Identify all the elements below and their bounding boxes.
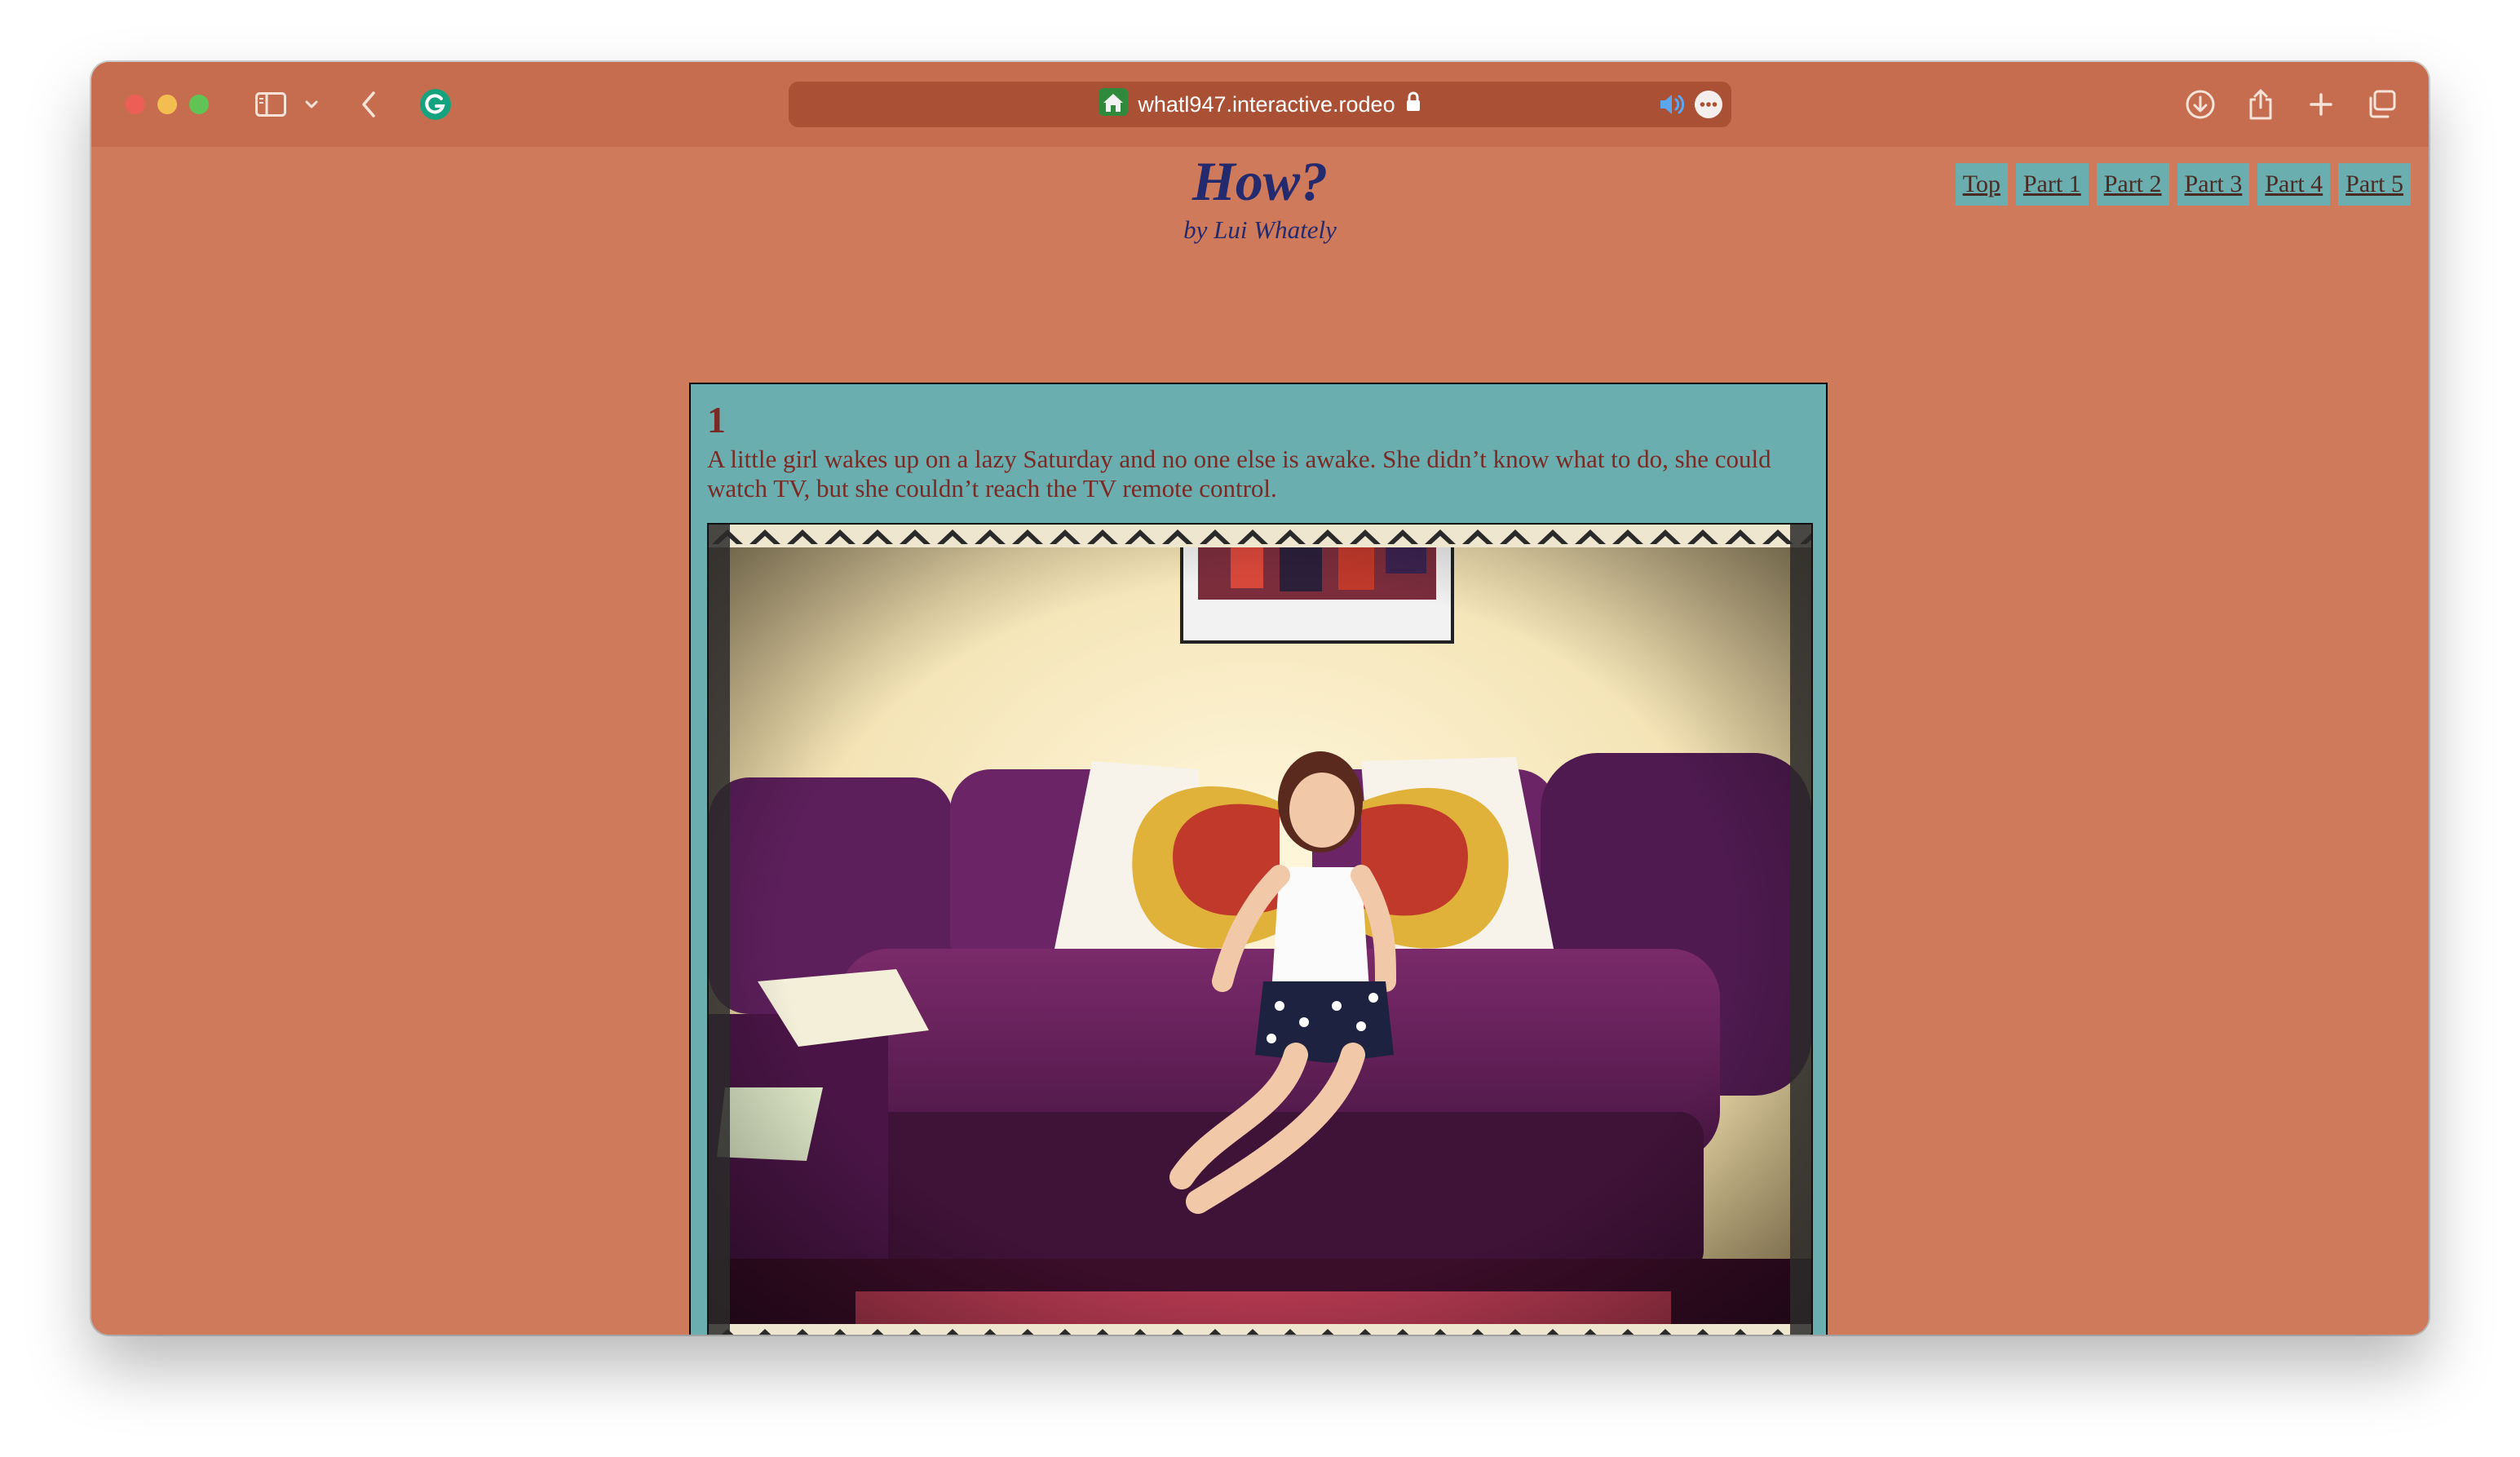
speaker-icon[interactable]	[1658, 91, 1686, 122]
tabs-overview-icon[interactable]	[2363, 83, 2399, 126]
back-arrow-icon[interactable]	[354, 83, 383, 126]
story-panel: 1 A little girl wakes up on a lazy Satur…	[689, 383, 1828, 1335]
plus-icon[interactable]	[2305, 83, 2337, 126]
download-icon[interactable]	[2182, 83, 2218, 126]
story-photo	[707, 523, 1813, 1335]
minimize-window-button[interactable]	[157, 95, 177, 114]
zoom-window-button[interactable]	[189, 95, 209, 114]
address-bar[interactable]: whatl947.interactive.rodeo	[789, 82, 1731, 127]
author-byline: by Lui Whately	[1183, 215, 1337, 244]
sidebar-icon[interactable]	[251, 83, 290, 126]
nav-link-top[interactable]: Top	[1955, 163, 2008, 206]
browser-window: whatl947.interactive.rodeo How? by Lui W…	[91, 62, 2429, 1335]
lock-icon	[1405, 91, 1421, 118]
close-window-button[interactable]	[126, 95, 145, 114]
nav-link-part-4[interactable]: Part 4	[2257, 163, 2331, 206]
share-icon[interactable]	[2244, 83, 2277, 126]
nav-link-part-1[interactable]: Part 1	[2015, 163, 2089, 206]
nav-link-part-5[interactable]: Part 5	[2338, 163, 2411, 206]
more-icon[interactable]	[1694, 90, 1723, 123]
nav-link-part-3[interactable]: Part 3	[2177, 163, 2250, 206]
page-content: How? by Lui Whately Top Part 1 Part 2 Pa…	[91, 147, 2429, 1335]
section-number: 1	[707, 399, 726, 441]
section-text: A little girl wakes up on a lazy Saturda…	[707, 445, 1771, 503]
grammarly-icon[interactable]	[414, 83, 457, 126]
chevron-down-icon[interactable]	[300, 83, 323, 126]
section-nav: Top Part 1 Part 2 Part 3 Part 4 Part 5	[1955, 163, 2411, 206]
home-icon	[1099, 87, 1129, 122]
url-text: whatl947.interactive.rodeo	[1138, 91, 1395, 117]
browser-toolbar: whatl947.interactive.rodeo	[91, 62, 2429, 147]
nav-link-part-2[interactable]: Part 2	[2096, 163, 2169, 206]
